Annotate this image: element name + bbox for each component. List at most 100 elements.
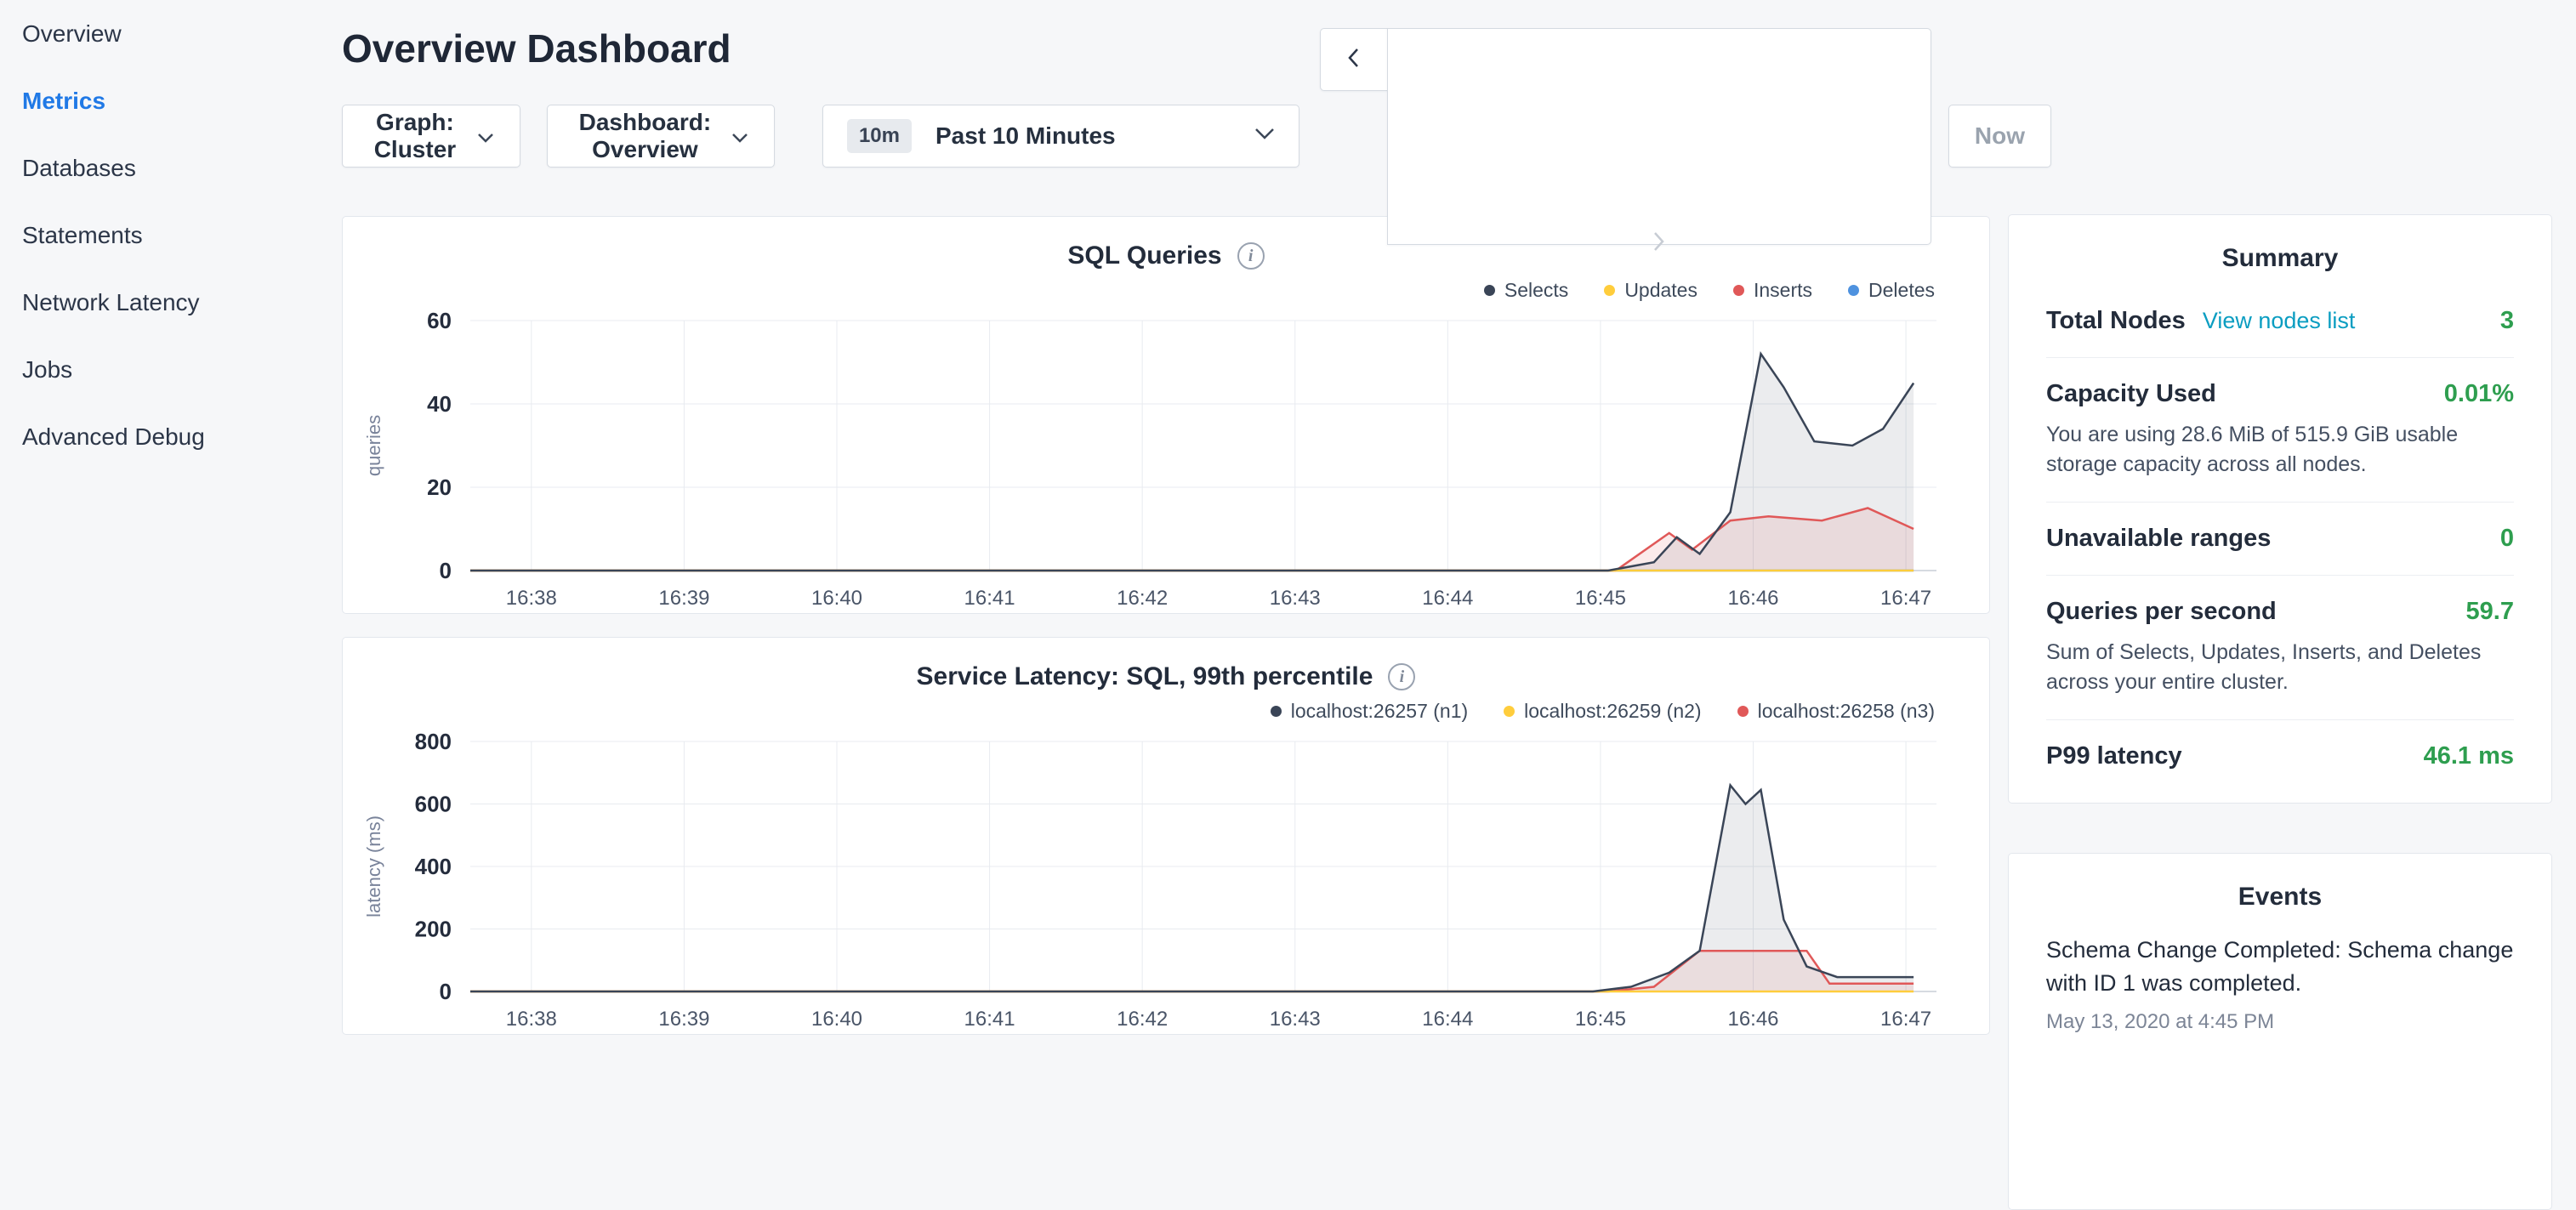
legend-label: Deletes (1868, 279, 1935, 302)
legend-item[interactable]: Deletes (1848, 279, 1935, 302)
legend-label: localhost:26257 (n1) (1291, 700, 1468, 723)
event-item[interactable]: Schema Change Completed: Schema change w… (2046, 934, 2514, 1034)
svg-text:16:41: 16:41 (964, 1008, 1015, 1031)
summary-value: 46.1 ms (2424, 742, 2514, 770)
view-nodes-list-link[interactable]: View nodes list (2203, 308, 2356, 334)
graph-scope-dropdown[interactable]: Graph: Cluster (342, 105, 520, 168)
sidebar-item-databases[interactable]: Databases (22, 134, 342, 202)
svg-text:16:39: 16:39 (658, 1008, 709, 1031)
chevron-down-icon (731, 122, 748, 150)
chart-title: Service Latency: SQL, 99th percentile (917, 662, 1373, 691)
svg-text:200: 200 (415, 917, 452, 942)
sidebar-item-advanced-debug[interactable]: Advanced Debug (22, 403, 342, 470)
svg-text:16:47: 16:47 (1880, 587, 1931, 610)
legend-dot (1604, 285, 1615, 296)
svg-text:16:41: 16:41 (964, 587, 1015, 610)
legend-label: Selects (1504, 279, 1568, 302)
sidebar-item-metrics[interactable]: Metrics (22, 67, 342, 134)
svg-text:400: 400 (415, 854, 452, 879)
main-content: Overview Dashboard Graph: Cluster Dashbo… (342, 0, 1990, 1051)
svg-text:0: 0 (440, 558, 452, 583)
summary-value: 0 (2500, 525, 2514, 553)
summary-title: Summary (2046, 244, 2514, 273)
summary-label: Queries per second (2046, 598, 2277, 626)
summary-row-p99-latency: P99 latency 46.1 ms (2046, 720, 2514, 792)
summary-row-queries-per-second: Queries per second 59.7 Sum of Selects, … (2046, 576, 2514, 720)
svg-text:16:38: 16:38 (506, 587, 557, 610)
svg-text:16:46: 16:46 (1727, 1008, 1778, 1031)
chevron-left-icon (1347, 48, 1360, 71)
legend-label: Updates (1624, 279, 1697, 302)
svg-text:0: 0 (440, 979, 452, 1004)
event-message: Schema Change Completed: Schema change w… (2046, 934, 2514, 1000)
svg-text:16:46: 16:46 (1727, 587, 1778, 610)
svg-text:16:43: 16:43 (1270, 587, 1321, 610)
svg-text:16:42: 16:42 (1117, 1008, 1168, 1031)
chevron-down-icon (477, 122, 494, 150)
legend-dot (1733, 285, 1744, 296)
svg-text:16:47: 16:47 (1880, 1008, 1931, 1031)
service-latency-chart: 16:3816:3916:4016:4116:4216:4316:4416:45… (343, 730, 1989, 1037)
sidebar-item-jobs[interactable]: Jobs (22, 336, 342, 403)
summary-row-capacity-used: Capacity Used 0.01% You are using 28.6 M… (2046, 358, 2514, 503)
dashboard-controls: Graph: Cluster Dashboard: Overview 10m P… (342, 104, 2051, 168)
summary-value: 3 (2500, 307, 2514, 335)
events-title: Events (2046, 883, 2514, 912)
summary-label: Capacity Used (2046, 380, 2216, 408)
svg-text:16:38: 16:38 (506, 1008, 557, 1031)
time-forward-button[interactable] (1387, 28, 1931, 245)
legend-item[interactable]: localhost:26259 (n2) (1504, 700, 1701, 723)
summary-value: 0.01% (2444, 380, 2514, 408)
legend-item[interactable]: localhost:26257 (n1) (1271, 700, 1468, 723)
svg-text:16:45: 16:45 (1575, 1008, 1626, 1031)
charts-column: SQL Queries i Selects Updates Inserts Delet… (342, 216, 1990, 1035)
sidebar-item-statements[interactable]: Statements (22, 202, 342, 269)
svg-text:16:42: 16:42 (1117, 587, 1168, 610)
info-icon[interactable]: i (1388, 663, 1415, 690)
legend-dot (1848, 285, 1859, 296)
time-backward-button[interactable] (1320, 28, 1388, 91)
right-sidebar: Summary Total Nodes View nodes list 3 Ca… (2008, 0, 2552, 1051)
sidebar-item-overview[interactable]: Overview (22, 0, 342, 67)
svg-text:60: 60 (427, 309, 452, 333)
svg-text:20: 20 (427, 474, 452, 500)
summary-row-unavailable-ranges: Unavailable ranges 0 (2046, 503, 2514, 576)
summary-row-total-nodes: Total Nodes View nodes list 3 (2046, 285, 2514, 358)
legend-label: Inserts (1754, 279, 1812, 302)
chart-title: SQL Queries (1067, 241, 1221, 270)
dashboard-select-dropdown[interactable]: Dashboard: Overview (547, 105, 775, 168)
info-icon[interactable]: i (1237, 242, 1265, 270)
legend-item[interactable]: Updates (1604, 279, 1697, 302)
chart-legend: Selects Updates Inserts Deletes (343, 276, 1989, 304)
sql-queries-panel: SQL Queries i Selects Updates Inserts Delet… (342, 216, 1990, 614)
legend-item[interactable]: Selects (1484, 279, 1568, 302)
legend-dot (1737, 706, 1749, 717)
legend-item[interactable]: localhost:26258 (n3) (1737, 700, 1935, 723)
time-range-value: Past 10 Minutes (935, 122, 1116, 150)
legend-dot (1484, 285, 1495, 296)
svg-text:queries: queries (363, 415, 384, 476)
time-range-badge: 10m (847, 119, 912, 153)
time-range-dropdown[interactable]: 10m Past 10 Minutes (822, 105, 1299, 168)
dashboard-select-label: Dashboard: Overview (573, 109, 716, 163)
svg-text:16:44: 16:44 (1422, 587, 1473, 610)
service-latency-panel: Service Latency: SQL, 99th percentile i … (342, 637, 1990, 1035)
summary-description: Sum of Selects, Updates, Inserts, and De… (2046, 638, 2514, 697)
sql-queries-chart: 16:3816:3916:4016:4116:4216:4316:4416:45… (343, 309, 1989, 616)
legend-item[interactable]: Inserts (1733, 279, 1812, 302)
left-nav: Overview Metrics Databases Statements Ne… (0, 0, 342, 1051)
sidebar-item-network-latency[interactable]: Network Latency (22, 269, 342, 336)
legend-dot (1504, 706, 1515, 717)
svg-text:600: 600 (415, 792, 452, 817)
summary-description: You are using 28.6 MiB of 515.9 GiB usab… (2046, 420, 2514, 480)
chart-canvas: 16:3816:3916:4016:4116:4216:4316:4416:45… (343, 309, 1989, 611)
event-timestamp: May 13, 2020 at 4:45 PM (2046, 1010, 2514, 1034)
graph-scope-label: Graph: Cluster (368, 109, 462, 163)
svg-text:16:45: 16:45 (1575, 587, 1626, 610)
legend-dot (1271, 706, 1282, 717)
summary-label: P99 latency (2046, 742, 2182, 770)
chevron-right-icon (1652, 231, 1665, 254)
summary-panel: Summary Total Nodes View nodes list 3 Ca… (2008, 214, 2552, 804)
legend-label: localhost:26259 (n2) (1524, 700, 1701, 723)
chart-canvas: 16:3816:3916:4016:4116:4216:4316:4416:45… (343, 730, 1989, 1032)
